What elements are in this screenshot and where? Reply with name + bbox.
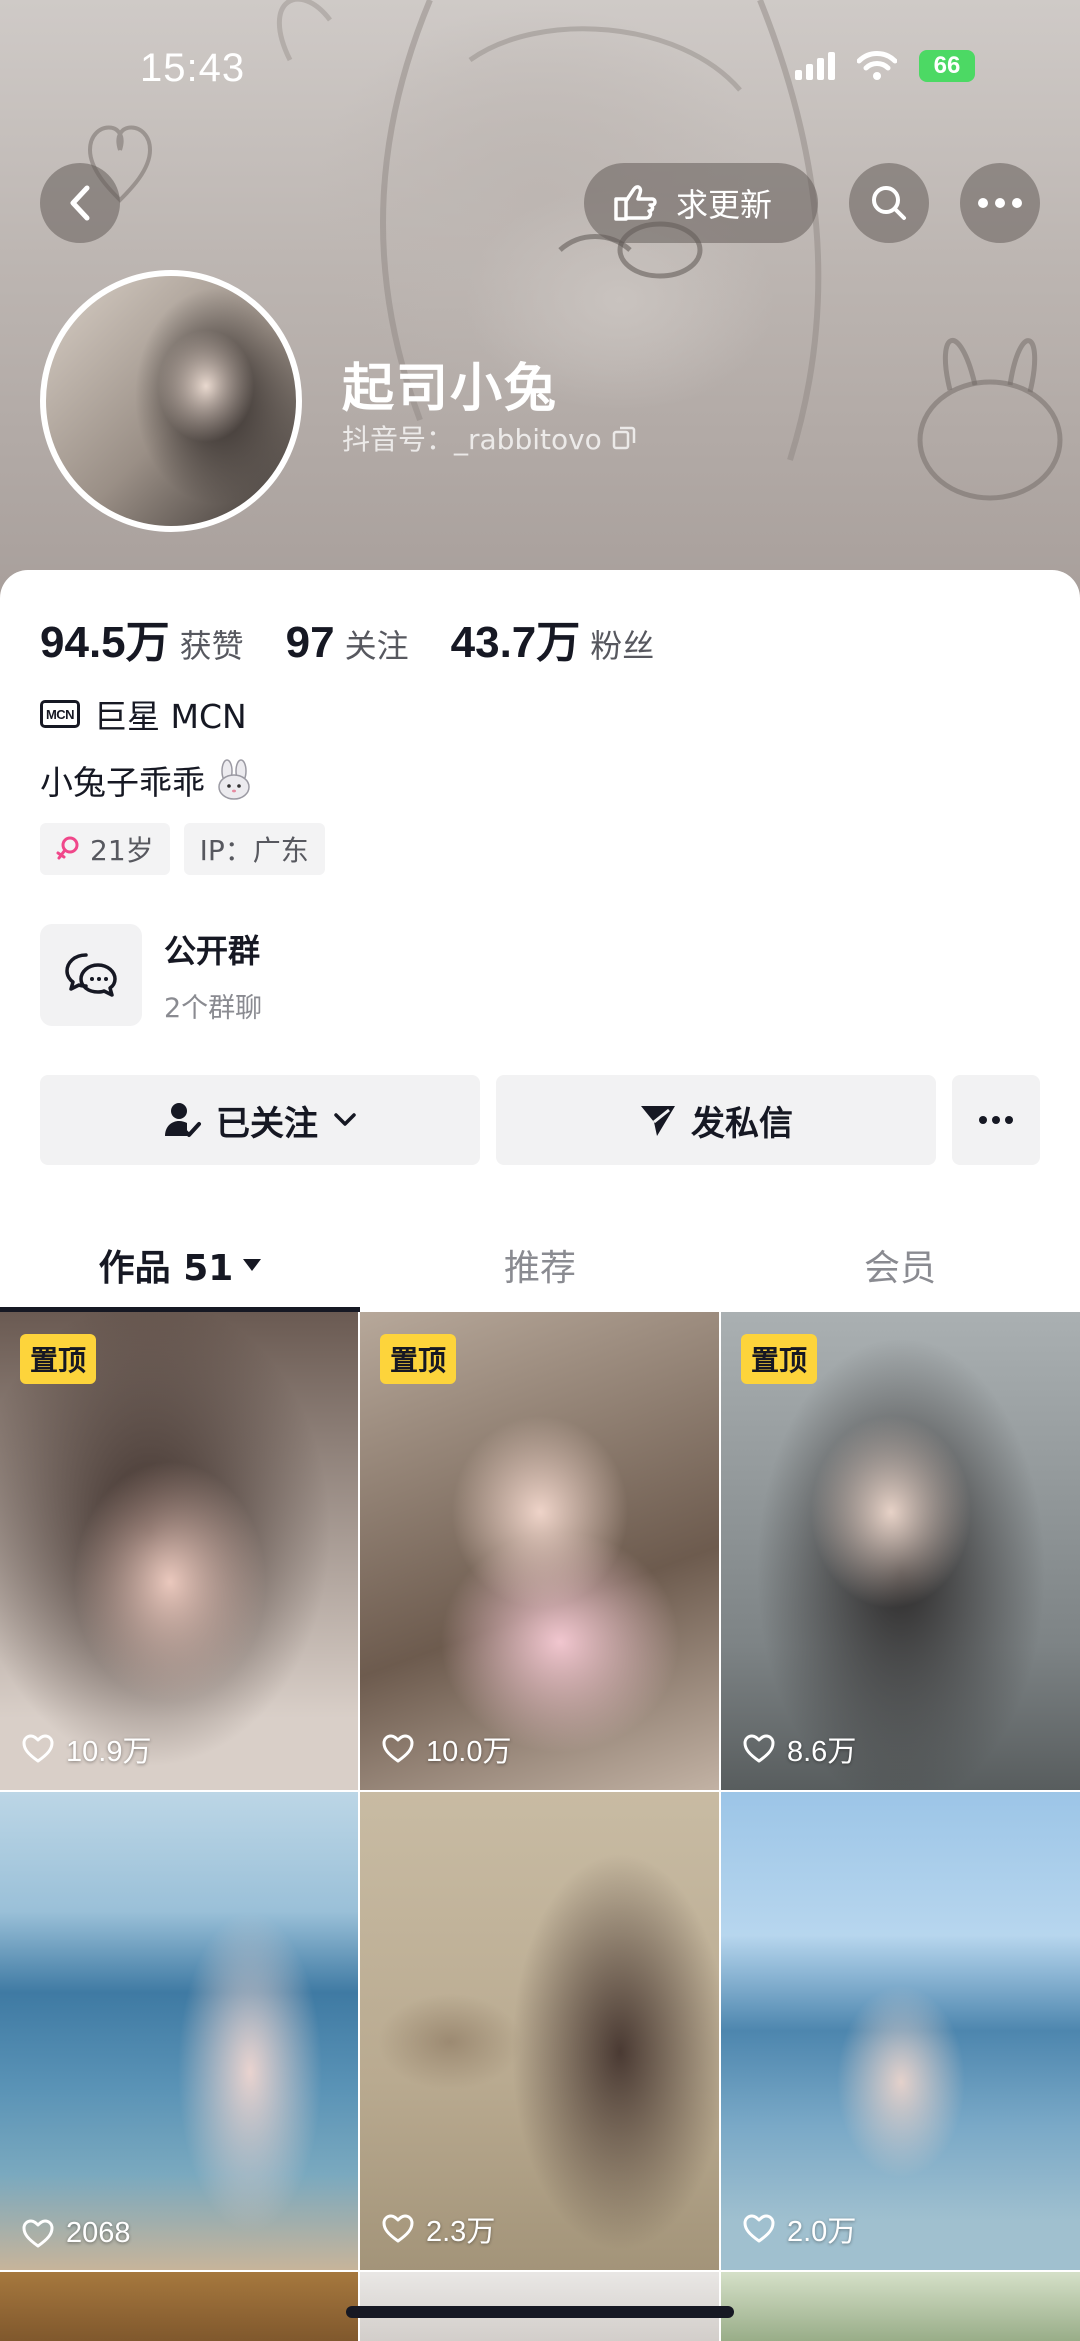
tab-recommended[interactable]: 推荐 <box>360 1220 720 1310</box>
following-label: 已关注 <box>216 1103 318 1144</box>
group-text: 公开群 2个群聊 <box>164 926 262 1025</box>
content-tabs: 作品 51 推荐 会员 <box>0 1220 1080 1312</box>
more-button[interactable] <box>960 163 1040 243</box>
status-time: 15:43 <box>140 46 246 90</box>
bunny-emoji-icon <box>218 759 250 800</box>
stat-likes-value: 94.5万 <box>40 618 170 667</box>
back-button[interactable] <box>40 163 120 243</box>
group-icon-box <box>40 924 142 1026</box>
profile-banner: 15:43 66 求更新 起司小兔 抖音号：_rabbitovo <box>0 0 1080 600</box>
pinned-badge: 置顶 <box>741 1334 818 1384</box>
group-subtitle: 2个群聊 <box>164 992 263 1024</box>
paper-plane-icon <box>641 1106 675 1136</box>
tags-row: 21岁 IP：广东 <box>40 823 325 875</box>
action-buttons: 已关注 发私信 <box>40 1075 1040 1165</box>
stat-likes[interactable]: 94.5万 获赞 <box>40 606 244 670</box>
like-count-value: 10.9万 <box>66 1736 152 1768</box>
display-name: 起司小兔 <box>342 359 559 419</box>
avatar[interactable] <box>40 270 302 532</box>
more-actions-button[interactable] <box>952 1075 1040 1165</box>
like-count: 2068 <box>22 2217 131 2250</box>
video-tile[interactable]: 置顶 8.6万 <box>721 1312 1080 1790</box>
like-count: 2.0万 <box>743 2208 856 2250</box>
tab-works[interactable]: 作品 51 <box>0 1220 360 1312</box>
status-icons: 66 <box>795 50 975 82</box>
wifi-icon <box>857 51 897 80</box>
video-tile[interactable]: 2068 <box>0 1792 358 2270</box>
person-check-icon <box>165 1103 201 1137</box>
video-grid: 置顶 10.9万 置顶 10.0万 置顶 8.6万 2068 2.3万 2.0万 <box>0 1312 1080 2341</box>
message-label: 发私信 <box>691 1103 793 1144</box>
like-count: 10.0万 <box>382 1728 511 1770</box>
stat-following-value: 97 <box>285 618 335 667</box>
heart-outline-icon <box>22 2219 54 2247</box>
stats-row: 94.5万 获赞 97 关注 43.7万 粉丝 <box>40 606 696 670</box>
like-count-value: 2068 <box>66 2217 131 2249</box>
douyin-id: 抖音号：_rabbitovo <box>342 423 602 456</box>
request-update-button[interactable]: 求更新 <box>584 163 818 243</box>
tab-membership[interactable]: 会员 <box>720 1220 1080 1310</box>
stat-likes-label: 获赞 <box>179 627 244 665</box>
heart-outline-icon <box>22 1734 54 1763</box>
pinned-badge: 置顶 <box>20 1334 97 1384</box>
chevron-down-icon <box>334 1113 356 1126</box>
ip-tag: IP：广东 <box>183 823 325 875</box>
video-tile[interactable] <box>0 2272 358 2341</box>
stat-followers-label: 粉丝 <box>590 627 655 665</box>
stat-followers[interactable]: 43.7万 粉丝 <box>451 606 655 670</box>
video-tile[interactable]: 置顶 10.0万 <box>360 1312 719 1790</box>
like-count-value: 10.0万 <box>426 1736 512 1768</box>
group-title: 公开群 <box>164 931 261 970</box>
following-button[interactable]: 已关注 <box>40 1075 480 1165</box>
more-dots-icon <box>978 198 1022 208</box>
video-tile[interactable]: 置顶 10.9万 <box>0 1312 358 1790</box>
public-group-entry[interactable]: 公开群 2个群聊 <box>40 924 262 1026</box>
douyin-id-row[interactable]: 抖音号：_rabbitovo <box>342 418 636 458</box>
search-icon <box>872 186 906 220</box>
like-count-value: 8.6万 <box>787 1736 857 1768</box>
like-count: 8.6万 <box>743 1728 856 1770</box>
search-button[interactable] <box>849 163 929 243</box>
chat-bubbles-icon <box>65 953 117 997</box>
home-indicator[interactable] <box>346 2306 734 2318</box>
female-icon <box>56 836 79 860</box>
bio: 小兔子乖乖 <box>40 756 255 804</box>
tab-membership-label: 会员 <box>863 1248 936 1289</box>
heart-outline-icon <box>382 2214 414 2243</box>
tab-works-label: 作品 51 <box>98 1248 234 1289</box>
heart-outline-icon <box>382 1734 414 1763</box>
heart-outline-icon <box>743 1734 775 1763</box>
hand-pointing-icon <box>614 185 657 221</box>
stat-followers-value: 43.7万 <box>450 618 581 667</box>
like-count: 10.9万 <box>22 1728 151 1770</box>
caret-down-icon[interactable] <box>243 1259 262 1271</box>
pinned-badge: 置顶 <box>380 1334 457 1384</box>
ip-label: IP：广东 <box>199 834 309 867</box>
like-count: 2.3万 <box>382 2208 495 2250</box>
mcn-icon: MCN <box>40 700 80 728</box>
heart-outline-icon <box>743 2214 775 2243</box>
stat-following-label: 关注 <box>344 627 409 665</box>
copy-icon[interactable] <box>612 426 636 450</box>
like-count-value: 2.3万 <box>426 2216 496 2248</box>
signal-icon <box>795 52 835 80</box>
stat-following[interactable]: 97 关注 <box>286 618 409 668</box>
back-arrow-icon <box>70 185 90 221</box>
like-count-value: 2.0万 <box>787 2216 857 2248</box>
bio-text: 小兔子乖乖 <box>40 763 205 802</box>
mcn-name: 巨星 MCN <box>94 697 247 736</box>
battery-indicator: 66 <box>919 50 975 82</box>
request-update-label: 求更新 <box>676 186 773 224</box>
message-button[interactable]: 发私信 <box>496 1075 936 1165</box>
more-dots-icon <box>979 1116 1013 1124</box>
mcn-row[interactable]: MCN 巨星 MCN <box>40 690 247 738</box>
tab-recommended-label: 推荐 <box>503 1248 576 1289</box>
video-tile[interactable]: 2.3万 <box>360 1792 719 2270</box>
age-tag: 21岁 <box>40 823 170 875</box>
video-tile[interactable]: 2.0万 <box>721 1792 1080 2270</box>
age-label: 21岁 <box>90 834 154 867</box>
video-tile[interactable] <box>721 2272 1080 2341</box>
